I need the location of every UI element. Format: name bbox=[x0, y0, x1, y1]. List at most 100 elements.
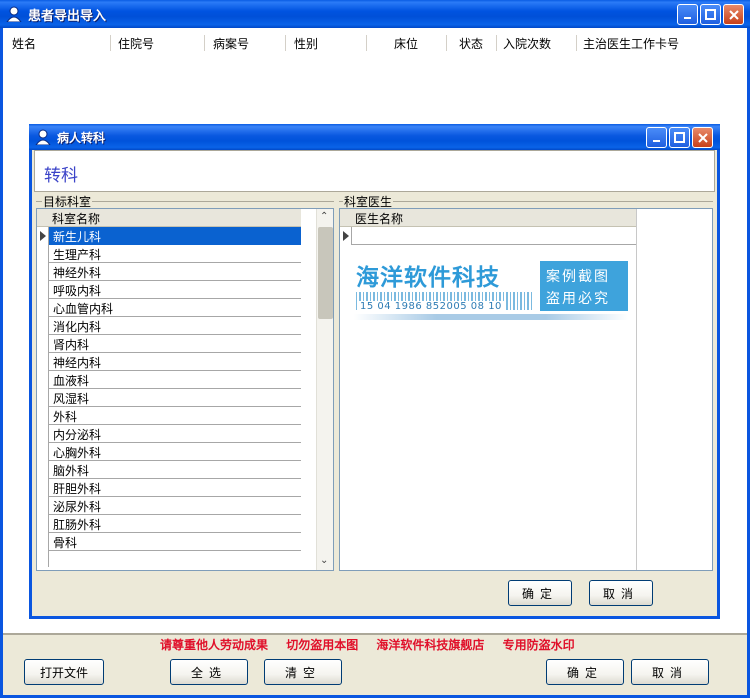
department-name: 新生儿科 bbox=[53, 230, 102, 244]
footer-divider bbox=[3, 633, 747, 635]
col-doctor-card[interactable]: 主治医生工作卡号 bbox=[583, 35, 679, 52]
close-icon bbox=[728, 9, 739, 20]
department-row[interactable]: 肾内科 bbox=[49, 335, 301, 353]
department-name: 风湿科 bbox=[53, 392, 90, 406]
dialog-titlebar[interactable]: 病人转科 bbox=[29, 124, 720, 150]
dialog-banner: 转科 bbox=[34, 150, 715, 192]
row-selector-gutter bbox=[37, 227, 49, 567]
department-name: 骨科 bbox=[53, 536, 78, 550]
dialog-minimize-button[interactable] bbox=[646, 127, 667, 148]
department-row[interactable]: 呼吸内科 bbox=[49, 281, 301, 299]
col-name[interactable]: 姓名 bbox=[12, 35, 36, 52]
select-all-button[interactable]: 全选 bbox=[170, 659, 248, 685]
department-row[interactable]: 生理产科 bbox=[49, 245, 301, 263]
main-titlebar[interactable]: 患者导出导入 bbox=[0, 0, 750, 28]
watermark-box-line1: 案例截图 bbox=[546, 269, 610, 285]
current-row-icon bbox=[40, 231, 46, 241]
doctor-new-row[interactable] bbox=[352, 227, 636, 245]
scrollbar-thumb[interactable] bbox=[318, 227, 333, 319]
col-status[interactable]: 状态 bbox=[459, 35, 483, 52]
minimize-icon bbox=[683, 16, 691, 19]
dialog-heading: 转科 bbox=[44, 166, 78, 186]
col-separator bbox=[204, 35, 205, 51]
open-file-button[interactable]: 打开文件 bbox=[24, 659, 104, 685]
department-name: 神经内科 bbox=[53, 356, 102, 370]
department-row[interactable]: 脑外科 bbox=[49, 461, 301, 479]
clear-button[interactable]: 清空 bbox=[264, 659, 342, 685]
department-row[interactable]: 肛肠外科 bbox=[49, 515, 301, 533]
dialog-cancel-button[interactable]: 取消 bbox=[589, 580, 653, 606]
department-row[interactable]: 泌尿外科 bbox=[49, 497, 301, 515]
scroll-up-icon[interactable]: ⌃ bbox=[320, 211, 328, 222]
group-divider bbox=[339, 201, 713, 202]
minimize-button[interactable] bbox=[677, 4, 698, 25]
department-name: 血液科 bbox=[53, 374, 90, 388]
department-name: 心胸外科 bbox=[53, 446, 102, 460]
col-separator bbox=[576, 35, 577, 51]
col-separator bbox=[446, 35, 447, 51]
notice-part: 专用防盗水印 bbox=[502, 638, 575, 652]
department-row[interactable]: 风湿科 bbox=[49, 389, 301, 407]
department-row[interactable]: 内分泌科 bbox=[49, 425, 301, 443]
department-row[interactable]: 心血管内科 bbox=[49, 299, 301, 317]
dept-column-header[interactable]: 科室名称 bbox=[52, 210, 100, 227]
department-name: 泌尿外科 bbox=[53, 500, 102, 514]
department-row[interactable]: 消化内科 bbox=[49, 317, 301, 335]
doctor-list-edge bbox=[636, 209, 637, 570]
department-row[interactable]: 心胸外科 bbox=[49, 443, 301, 461]
col-separator bbox=[285, 35, 286, 51]
col-separator bbox=[366, 35, 367, 51]
department-row[interactable]: 新生儿科 bbox=[49, 227, 301, 245]
col-separator bbox=[496, 35, 497, 51]
department-row[interactable]: 神经外科 bbox=[49, 263, 301, 281]
department-name: 生理产科 bbox=[53, 248, 102, 262]
notice-part: 请尊重他人劳动成果 bbox=[160, 638, 269, 652]
maximize-button[interactable] bbox=[700, 4, 721, 25]
watermark: 海洋软件科技 15 04 1986 852005 08 10 案例截图 盗用必究 bbox=[354, 246, 632, 328]
dialog-ok-button[interactable]: 确定 bbox=[508, 580, 572, 606]
department-name: 肝胆外科 bbox=[53, 482, 102, 496]
department-row[interactable]: 神经内科 bbox=[49, 353, 301, 371]
department-name: 心血管内科 bbox=[53, 302, 114, 316]
maximize-icon bbox=[674, 132, 685, 143]
col-admission-count[interactable]: 入院次数 bbox=[503, 35, 551, 52]
department-list-scrollbar[interactable]: ⌃ ⌄ bbox=[316, 209, 333, 570]
dialog-title: 病人转科 bbox=[57, 131, 106, 145]
department-list-header: 科室名称 bbox=[37, 209, 301, 227]
department-row[interactable]: 外科 bbox=[49, 407, 301, 425]
department-list[interactable]: 科室名称 新生儿科生理产科 神经外科呼吸内科心血管内科 消化内科肾内科神经内科血液科… bbox=[36, 208, 334, 571]
doctor-column-header[interactable]: 医生名称 bbox=[355, 210, 403, 227]
department-row[interactable]: 肝胆外科 bbox=[49, 479, 301, 497]
maximize-icon bbox=[705, 9, 716, 20]
user-icon bbox=[35, 129, 51, 145]
col-admission-no[interactable]: 住院号 bbox=[118, 35, 154, 52]
scroll-down-icon[interactable]: ⌄ bbox=[320, 555, 328, 566]
main-window-title: 患者导出导入 bbox=[28, 9, 107, 24]
col-separator bbox=[110, 35, 111, 51]
row-selector-gutter bbox=[340, 227, 352, 245]
department-row[interactable]: 血液科 bbox=[49, 371, 301, 389]
cancel-button[interactable]: 取消 bbox=[631, 659, 709, 685]
watermark-number: 15 04 1986 852005 08 10 bbox=[358, 301, 504, 312]
minimize-icon bbox=[652, 139, 660, 142]
col-gender[interactable]: 性别 bbox=[294, 35, 318, 52]
department-row[interactable]: 骨科 bbox=[49, 533, 301, 551]
dialog-maximize-button[interactable] bbox=[669, 127, 690, 148]
department-name: 肾内科 bbox=[53, 338, 90, 352]
department-name: 内分泌科 bbox=[53, 428, 102, 442]
department-name: 脑外科 bbox=[53, 464, 90, 478]
dialog-close-button[interactable] bbox=[692, 127, 713, 148]
col-record-no[interactable]: 病案号 bbox=[213, 35, 249, 52]
department-name: 外科 bbox=[53, 410, 78, 424]
close-button[interactable] bbox=[723, 4, 744, 25]
ok-button[interactable]: 确定 bbox=[546, 659, 624, 685]
watermark-main-text: 海洋软件科技 bbox=[356, 265, 500, 291]
watermark-box-line2: 盗用必究 bbox=[546, 291, 610, 307]
department-name: 肛肠外科 bbox=[53, 518, 102, 532]
user-icon bbox=[6, 6, 22, 22]
close-icon bbox=[697, 132, 708, 143]
col-bed[interactable]: 床位 bbox=[394, 35, 418, 52]
notice-part: 切勿盗用本图 bbox=[286, 638, 359, 652]
department-name: 呼吸内科 bbox=[53, 284, 102, 298]
current-row-icon bbox=[343, 231, 349, 241]
